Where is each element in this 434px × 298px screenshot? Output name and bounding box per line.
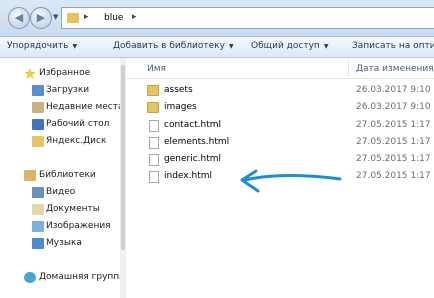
video-icon [32,187,44,198]
file-row[interactable]: assets 26.03.2017 9:10 [126,82,434,99]
burn-button[interactable]: Записать на оптич [352,41,434,51]
nav-video-label: Видео [46,187,76,197]
nav-documents-label: Документы [46,204,100,214]
nav-images-label: Изображения [46,221,111,231]
file-row[interactable]: contact.html 27.05.2015 1:17 [126,117,434,134]
column-header-date[interactable]: Дата изменения [356,64,434,74]
file-date: 27.05.2015 1:17 [356,154,431,164]
file-name: images [164,102,197,112]
column-header-row: Имя Дата изменения [126,58,434,79]
recent-pages-dropdown[interactable]: ▼ [53,13,58,21]
nav-desktop[interactable]: Рабочий стол [0,117,125,133]
html-file-icon [149,154,159,166]
chevron-down-icon: ▼ [72,43,78,50]
file-list-pane: Имя Дата изменения assets 26.03.2017 9:10… [126,58,434,298]
back-button[interactable]: ◀ [8,7,30,29]
homegroup-icon [24,272,36,283]
file-date: 27.05.2015 1:17 [356,137,431,147]
nav-video[interactable]: Видео [0,185,125,201]
folder-icon [147,102,159,113]
column-divider[interactable] [348,60,349,76]
breadcrumb-blue[interactable]: blue [104,13,123,23]
file-name: generic.html [164,154,222,164]
nav-downloads-label: Загрузки [46,85,90,95]
nav-music-label: Музыка [46,238,82,248]
documents-icon [32,204,44,215]
nav-favorites[interactable]: Избранное [0,66,125,82]
file-name: index.html [164,171,212,181]
folder-icon [147,85,159,96]
file-name: elements.html [164,137,230,147]
file-row[interactable]: images 26.03.2017 9:10 [126,99,434,116]
address-field[interactable]: ▸ blue ▸ [61,7,434,29]
chevron-down-icon: ▼ [228,43,234,50]
nav-yadisk-label: Яндекс.Диск [46,136,107,146]
forward-button[interactable]: ▶ [30,7,52,29]
nav-homegroup-label: Домашняя группа [39,272,125,282]
nav-images[interactable]: Изображения [0,219,125,235]
file-row[interactable]: index.html 27.05.2015 1:17 [126,168,434,185]
nav-desktop-label: Рабочий стол [46,119,110,129]
nav-downloads[interactable]: Загрузки [0,83,125,99]
folder-icon [67,13,79,23]
share-button[interactable]: Общий доступ ▼ [251,41,328,51]
file-date: 27.05.2015 1:17 [356,171,431,181]
nav-documents[interactable]: Документы [0,202,125,218]
music-icon [32,238,44,249]
file-row[interactable]: elements.html 27.05.2015 1:17 [126,134,434,151]
breadcrumb-separator-icon[interactable]: ▸ [84,12,89,22]
star-icon [24,68,36,79]
breadcrumb-separator-icon[interactable]: ▸ [132,12,137,22]
nav-music[interactable]: Музыка [0,236,125,252]
desktop-icon [32,119,44,130]
library-icon [24,170,36,181]
recent-places-icon [32,102,44,113]
file-date: 27.05.2015 1:17 [356,120,431,130]
html-file-icon [149,137,159,149]
navigation-pane: Избранное Загрузки Недавние места Рабочи… [0,58,126,298]
address-bar-region: ◀ ▶ ▼ ▸ blue ▸ [0,0,434,37]
folder-icon [32,136,44,147]
nav-libraries[interactable]: Библиотеки [0,168,125,184]
nav-favorites-label: Избранное [39,68,91,78]
file-name: contact.html [164,120,222,130]
nav-yadisk[interactable]: Яндекс.Диск [0,134,125,150]
chevron-down-icon: ▼ [323,43,329,50]
file-row[interactable]: generic.html 27.05.2015 1:17 [126,151,434,168]
nav-scrollbar-thumb[interactable] [121,65,125,250]
downloads-icon [32,85,44,96]
command-bar: Упорядочить ▼ Добавить в библиотеку ▼ Общи… [0,37,434,58]
organize-button[interactable]: Упорядочить ▼ [7,41,77,51]
file-date: 26.03.2017 9:10 [356,102,431,112]
nav-homegroup[interactable]: Домашняя группа [0,270,125,286]
nav-recent[interactable]: Недавние места [0,100,125,116]
images-icon [32,221,44,232]
nav-libraries-label: Библиотеки [39,170,96,180]
file-name: assets [164,85,193,95]
html-file-icon [149,120,159,132]
column-header-name[interactable]: Имя [147,64,166,74]
file-date: 26.03.2017 9:10 [356,85,431,95]
html-file-icon [149,171,159,183]
add-to-library-button[interactable]: Добавить в библиотеку ▼ [113,41,234,51]
nav-recent-label: Недавние места [46,102,124,112]
